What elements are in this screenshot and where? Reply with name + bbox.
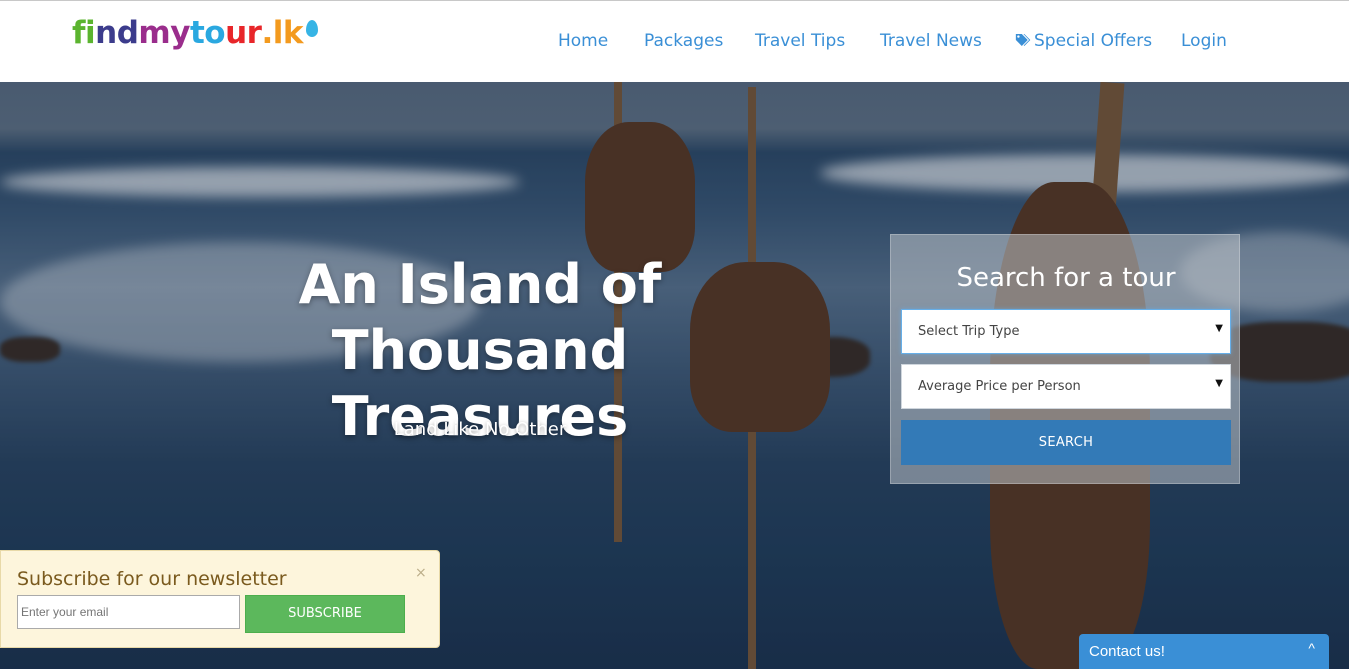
nav-login[interactable]: Login bbox=[1181, 31, 1227, 51]
logo-letter: u bbox=[225, 15, 247, 51]
logo-letter: y bbox=[170, 15, 190, 51]
logo-letter: n bbox=[95, 15, 117, 51]
logo-letter: o bbox=[204, 15, 226, 51]
newsletter-email-input[interactable] bbox=[17, 595, 240, 629]
logo-letter: . bbox=[261, 15, 273, 51]
tags-icon bbox=[1015, 34, 1031, 46]
trip-type-select[interactable]: Select Trip Type ▼ bbox=[901, 309, 1231, 354]
contact-label: Contact us! bbox=[1089, 643, 1165, 660]
chevron-up-icon[interactable]: ^ bbox=[1308, 640, 1315, 656]
nav-special-offers[interactable]: Special Offers bbox=[1015, 31, 1152, 51]
newsletter-popup: Subscribe for our newsletter × SUBSCRIBE bbox=[0, 550, 440, 648]
logo-letter: r bbox=[246, 15, 262, 51]
logo-letter: f bbox=[72, 15, 86, 51]
site-logo[interactable]: findmytour.lk bbox=[72, 15, 319, 51]
search-button[interactable]: SEARCH bbox=[901, 420, 1231, 465]
logo-letter: i bbox=[85, 15, 96, 51]
hero-subtitle: Land Like No Other bbox=[393, 419, 567, 440]
newsletter-title: Subscribe for our newsletter bbox=[17, 568, 287, 590]
price-select[interactable]: Average Price per Person ▼ bbox=[901, 364, 1231, 409]
water-drop-icon bbox=[306, 20, 319, 37]
nav-travel-news[interactable]: Travel News bbox=[880, 31, 982, 51]
caret-down-icon: ▼ bbox=[1215, 378, 1223, 389]
caret-down-icon: ▼ bbox=[1215, 323, 1223, 334]
site-header: findmytour.lk Home Packages Travel Tips … bbox=[0, 1, 1349, 82]
contact-widget[interactable]: Contact us! ^ bbox=[1079, 634, 1329, 669]
logo-letter: m bbox=[138, 15, 171, 51]
nav-packages[interactable]: Packages bbox=[644, 31, 723, 51]
hero-title-line1: An Island of Thousand bbox=[298, 253, 662, 382]
nav-special-offers-label: Special Offers bbox=[1034, 31, 1153, 51]
logo-letter: l bbox=[272, 15, 284, 51]
tour-search-panel: Search for a tour Select Trip Type ▼ Ave… bbox=[890, 234, 1240, 484]
trip-type-value: Select Trip Type bbox=[918, 324, 1020, 339]
price-value: Average Price per Person bbox=[918, 379, 1081, 394]
logo-letter: t bbox=[189, 15, 205, 51]
logo-letter: d bbox=[116, 15, 139, 51]
subscribe-button[interactable]: SUBSCRIBE bbox=[245, 595, 405, 633]
logo-letter: k bbox=[282, 15, 304, 51]
close-icon[interactable]: × bbox=[415, 565, 427, 581]
nav-home[interactable]: Home bbox=[558, 31, 608, 51]
nav-travel-tips[interactable]: Travel Tips bbox=[755, 31, 845, 51]
search-title: Search for a tour bbox=[956, 263, 1176, 293]
